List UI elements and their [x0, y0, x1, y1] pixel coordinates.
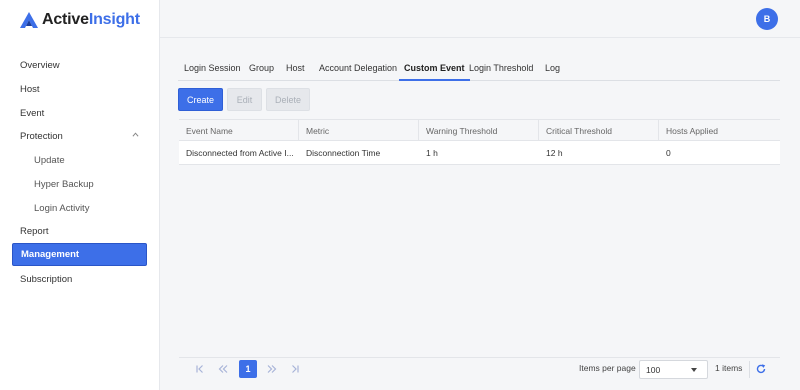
sidebar-item-label: Event	[20, 107, 45, 119]
create-button[interactable]: Create	[178, 88, 223, 111]
cell-hosts-applied: 0	[666, 147, 671, 158]
last-page-icon	[292, 365, 299, 373]
sidebar-item-hyper-backup[interactable]: Hyper Backup	[12, 173, 147, 195]
double-chevron-right-icon	[267, 365, 277, 373]
sidebar-item-update[interactable]: Update	[12, 149, 147, 171]
sidebar-item-label: Report	[20, 225, 49, 237]
next-page-button[interactable]	[263, 360, 281, 378]
sidebar-item-protection[interactable]: Protection	[12, 125, 147, 147]
tab-login-session[interactable]: Login Session	[184, 56, 241, 80]
tab-custom-event[interactable]: Custom Event	[399, 56, 469, 81]
items-per-page-value: 100	[646, 364, 661, 375]
sidebar-item-subscription[interactable]: Subscription	[12, 268, 147, 290]
sidebar-item-event[interactable]: Event	[12, 102, 147, 124]
page-number-current[interactable]: 1	[239, 360, 257, 378]
sidebar-item-label: Host	[20, 83, 40, 95]
cell-critical-threshold: 12 h	[546, 147, 563, 158]
previous-page-button[interactable]	[214, 360, 232, 378]
table-row[interactable]: Disconnected from Active I... Disconnect…	[179, 141, 780, 165]
sidebar-item-management[interactable]: Management	[12, 243, 147, 266]
items-count: 1 items	[715, 363, 743, 373]
sidebar-item-label: Subscription	[20, 273, 73, 285]
footer-divider	[749, 361, 750, 378]
sidebar-item-login-activity[interactable]: Login Activity	[12, 197, 147, 219]
first-page-icon	[196, 365, 203, 373]
sidebar-item-label: Login Activity	[34, 202, 90, 214]
delete-button[interactable]: Delete	[266, 88, 310, 111]
sidebar-item-label: Update	[34, 154, 65, 166]
edit-button[interactable]: Edit	[227, 88, 262, 111]
top-bar	[160, 0, 800, 38]
caret-down-icon	[691, 368, 697, 372]
double-chevron-left-icon	[218, 365, 228, 373]
sidebar-item-label: Management	[21, 249, 80, 260]
items-per-page-select[interactable]: 100	[639, 360, 708, 379]
cell-metric: Disconnection Time	[306, 147, 381, 158]
logo-icon	[20, 12, 38, 28]
column-header-critical-threshold[interactable]: Critical Threshold	[539, 120, 659, 141]
tab-log[interactable]: Log	[545, 56, 560, 80]
sidebar: ActiveInsight Overview Host Event Protec…	[0, 0, 160, 390]
sidebar-item-label: Overview	[20, 59, 60, 71]
refresh-icon[interactable]	[755, 363, 767, 375]
column-header-event-name[interactable]: Event Name	[179, 120, 299, 141]
pagination-bar: 1 Items per page 100 1 items	[179, 357, 780, 380]
tab-login-threshold[interactable]: Login Threshold	[469, 56, 533, 80]
custom-event-table: Event Name Metric Warning Threshold Crit…	[179, 119, 780, 165]
tab-host[interactable]: Host	[286, 56, 305, 80]
first-page-button[interactable]	[191, 360, 209, 378]
sidebar-item-report[interactable]: Report	[12, 220, 147, 242]
tab-group[interactable]: Group	[249, 56, 274, 80]
user-avatar[interactable]: B	[756, 8, 778, 30]
sidebar-item-label: Protection	[20, 130, 63, 142]
table-header: Event Name Metric Warning Threshold Crit…	[179, 119, 780, 141]
items-per-page-label: Items per page	[579, 363, 636, 373]
tab-bar: Login Session Group Host Account Delegat…	[178, 56, 780, 81]
last-page-button[interactable]	[286, 360, 304, 378]
sidebar-item-overview[interactable]: Overview	[12, 54, 147, 76]
cell-warning-threshold: 1 h	[426, 147, 438, 158]
column-header-hosts-applied[interactable]: Hosts Applied	[659, 120, 780, 141]
app-logo[interactable]: ActiveInsight	[20, 10, 140, 30]
column-header-metric[interactable]: Metric	[299, 120, 419, 141]
sidebar-item-host[interactable]: Host	[12, 78, 147, 100]
cell-event-name: Disconnected from Active I...	[186, 147, 294, 158]
column-header-warning-threshold[interactable]: Warning Threshold	[419, 120, 539, 141]
tab-account-delegation[interactable]: Account Delegation	[319, 56, 397, 80]
sidebar-item-label: Hyper Backup	[34, 178, 94, 190]
app-title: ActiveInsight	[42, 11, 140, 28]
chevron-up-icon	[132, 132, 139, 137]
